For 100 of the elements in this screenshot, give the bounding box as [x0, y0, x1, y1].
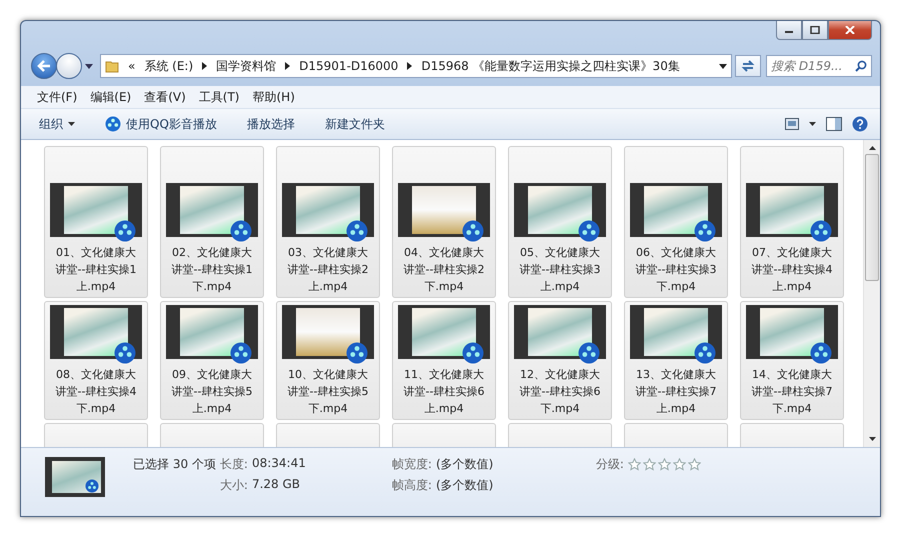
play-button[interactable]: 使用QQ影音播放 [97, 112, 225, 136]
toolbar-button[interactable]: 新建文件夹 [316, 112, 393, 136]
menu-item[interactable]: 帮助(H) [252, 86, 295, 108]
file-name: 07、文化健康大讲堂--肆柱实操4上.mp4 [750, 245, 834, 295]
toolbar-button[interactable]: 播放选择 [238, 112, 303, 136]
search-field[interactable]: 搜索 D159... [766, 55, 872, 77]
film-reel-icon [578, 220, 600, 242]
property-label: 长度: [220, 456, 248, 473]
property-value: 08:34:41 [252, 456, 306, 472]
film-reel-icon [346, 342, 368, 364]
file-item[interactable]: 08、文化健康大讲堂--肆柱实操4下.mp4 [44, 301, 148, 420]
property-value: (多个数值) [436, 477, 494, 494]
film-reel-icon [810, 342, 832, 364]
menu-item[interactable]: 查看(V) [144, 86, 186, 108]
file-name: 06、文化健康大讲堂--肆柱实操3下.mp4 [634, 245, 718, 295]
chevron-icon[interactable] [285, 62, 290, 70]
organize-button[interactable]: 组织 [31, 112, 83, 136]
film-reel-icon [694, 220, 716, 242]
back-button[interactable] [31, 53, 57, 79]
breadcrumb[interactable]: 系统 (E:) [144, 58, 194, 74]
refresh-button[interactable] [735, 55, 761, 77]
file-name: 09、文化健康大讲堂--肆柱实操5上.mp4 [170, 367, 254, 417]
star-icon[interactable] [658, 458, 671, 471]
file-item[interactable]: 10、文化健康大讲堂--肆柱实操5下.mp4 [276, 301, 380, 420]
close-icon [845, 26, 855, 34]
film-reel-icon [114, 220, 136, 242]
film-reel-icon [462, 342, 484, 364]
film-reel-icon [810, 220, 832, 242]
breadcrumb[interactable]: D15901-D16000 [299, 59, 398, 73]
film-reel-icon [230, 220, 252, 242]
file-item[interactable]: 02、文化健康大讲堂--肆柱实操1下.mp4 [160, 146, 264, 298]
file-item[interactable]: 09、文化健康大讲堂--肆柱实操5上.mp4 [160, 301, 264, 420]
file-item[interactable]: 05、文化健康大讲堂--肆柱实操3上.mp4 [508, 146, 612, 298]
property-label: 帧宽度: [392, 456, 432, 473]
scroll-up-icon[interactable] [868, 146, 876, 150]
file-item[interactable]: 01、文化健康大讲堂--肆柱实操1上.mp4 [44, 146, 148, 298]
property-label: 分级: [596, 456, 624, 473]
star-icon[interactable] [672, 458, 686, 471]
maximize-icon [810, 26, 820, 34]
overflow-chevron[interactable]: « [128, 59, 136, 73]
file-name: 03、文化健康大讲堂--肆柱实操2上.mp4 [286, 245, 370, 295]
menu-item[interactable]: 编辑(E) [90, 86, 132, 108]
file-item[interactable]: 14、文化健康大讲堂--肆柱实操7下.mp4 [740, 301, 844, 420]
film-reel-icon [346, 220, 368, 242]
search-icon [855, 60, 867, 72]
view-icon[interactable] [785, 118, 799, 130]
maximize-button[interactable] [802, 21, 828, 40]
file-item[interactable]: 13、文化健康大讲堂--肆柱实操7上.mp4 [624, 301, 728, 420]
file-name: 04、文化健康大讲堂--肆柱实操2下.mp4 [402, 245, 486, 295]
file-name: 13、文化健康大讲堂--肆柱实操7上.mp4 [634, 367, 718, 417]
menu-item[interactable]: 工具(T) [198, 86, 240, 108]
file-item[interactable]: 04、文化健康大讲堂--肆柱实操2下.mp4 [392, 146, 496, 298]
file-name: 14、文化健康大讲堂--肆柱实操7下.mp4 [750, 367, 834, 417]
folder-icon [105, 59, 119, 73]
scrollbar[interactable] [863, 140, 880, 447]
star-icon[interactable] [628, 458, 641, 471]
dropdown-icon[interactable] [85, 64, 93, 68]
file-name: 11、文化健康大讲堂--肆柱实操6上.mp4 [402, 367, 486, 417]
forward-button[interactable] [56, 53, 82, 79]
close-button[interactable] [828, 21, 872, 40]
breadcrumb[interactable]: 国学资料馆 [216, 58, 276, 74]
dropdown-icon[interactable] [719, 64, 727, 68]
file-item[interactable]: 07、文化健康大讲堂--肆柱实操4上.mp4 [740, 146, 844, 298]
property-value: 7.28 GB [252, 477, 300, 493]
chevron-icon[interactable] [407, 62, 412, 70]
refresh-icon [741, 59, 755, 73]
file-name: 05、文化健康大讲堂--肆柱实操3上.mp4 [518, 245, 602, 295]
file-name: 02、文化健康大讲堂--肆柱实操1下.mp4 [170, 245, 254, 295]
address-bar[interactable]: « 系统 (E:) 国学资料馆 D15901-D16000 D15968 《能量数字运用实操之四柱实课》30集 [100, 54, 732, 78]
selection-count: 已选择 30 个项 [133, 456, 216, 473]
file-item[interactable]: 06、文化健康大讲堂--肆柱实操3下.mp4 [624, 146, 728, 298]
caret-icon[interactable] [809, 122, 816, 126]
file-name: 12、文化健康大讲堂--肆柱实操6下.mp4 [518, 367, 602, 417]
help-icon[interactable] [852, 116, 868, 132]
file-item[interactable]: 12、文化健康大讲堂--肆柱实操6下.mp4 [508, 301, 612, 420]
caret-icon [68, 122, 75, 126]
menu-item[interactable]: 文件(F) [37, 86, 78, 108]
scrollbar-thumb[interactable] [865, 154, 879, 281]
property-label: 大小: [220, 477, 248, 494]
star-rating[interactable] [628, 458, 701, 471]
chevron-icon[interactable] [202, 62, 208, 70]
film-reel-icon [105, 116, 121, 132]
preview-pane-icon[interactable] [826, 117, 842, 131]
film-reel-icon [578, 342, 600, 364]
file-item[interactable]: 03、文化健康大讲堂--肆柱实操2上.mp4 [276, 146, 380, 298]
property-label: 帧高度: [392, 477, 432, 494]
file-item[interactable]: 11、文化健康大讲堂--肆柱实操6上.mp4 [392, 301, 496, 420]
film-reel-icon [114, 342, 136, 364]
star-icon[interactable] [642, 458, 656, 471]
arrow-left-icon [37, 60, 51, 72]
file-name: 08、文化健康大讲堂--肆柱实操4下.mp4 [54, 367, 138, 417]
scroll-down-icon[interactable] [868, 437, 876, 441]
film-reel-icon [230, 342, 252, 364]
film-reel-icon [694, 342, 716, 364]
film-reel-icon [462, 220, 484, 242]
star-icon[interactable] [688, 458, 701, 471]
film-reel-icon [85, 479, 99, 493]
minimize-button[interactable] [776, 21, 802, 40]
breadcrumb[interactable]: D15968 《能量数字运用实操之四柱实课》30集 [421, 58, 680, 74]
file-name: 10、文化健康大讲堂--肆柱实操5下.mp4 [286, 367, 370, 417]
